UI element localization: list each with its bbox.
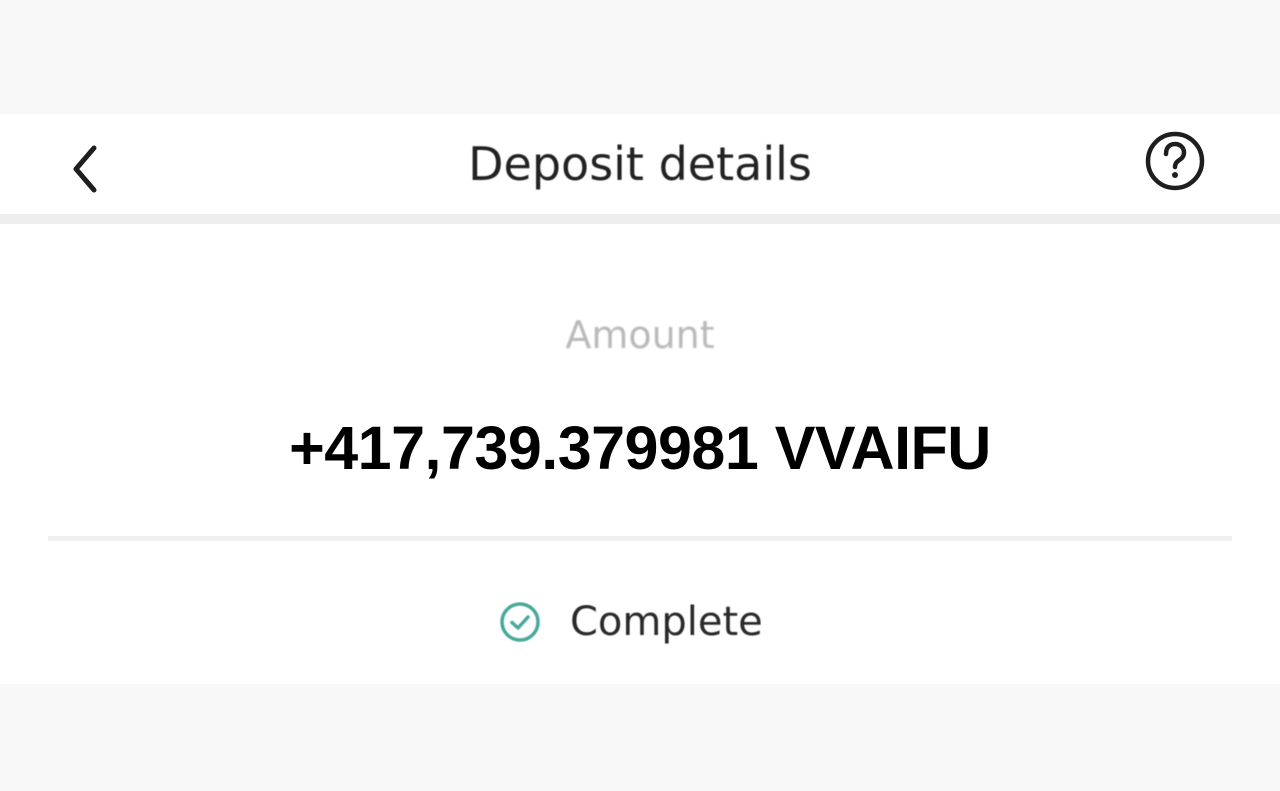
amount-value: +417,739.379981 VVAIFU bbox=[289, 414, 991, 482]
check-circle-icon bbox=[496, 598, 544, 646]
summary-divider bbox=[48, 536, 1232, 541]
back-button[interactable] bbox=[58, 132, 112, 206]
amount-label: Amount bbox=[565, 313, 715, 357]
status-row: Complete bbox=[496, 594, 796, 650]
question-circle-icon bbox=[1145, 131, 1205, 191]
header-divider bbox=[0, 214, 1280, 224]
page-title: Deposit details bbox=[468, 137, 812, 191]
chevron-left-icon bbox=[73, 145, 97, 193]
top-bar: Deposit details bbox=[0, 114, 1280, 214]
deposit-summary-card: Amount +417,739.379981 VVAIFU Complete bbox=[0, 224, 1280, 684]
status-text: Complete bbox=[570, 599, 763, 645]
help-button[interactable] bbox=[1138, 124, 1212, 198]
deposit-details-screen: Deposit details Amount +417,739.379981 V… bbox=[0, 0, 1280, 791]
